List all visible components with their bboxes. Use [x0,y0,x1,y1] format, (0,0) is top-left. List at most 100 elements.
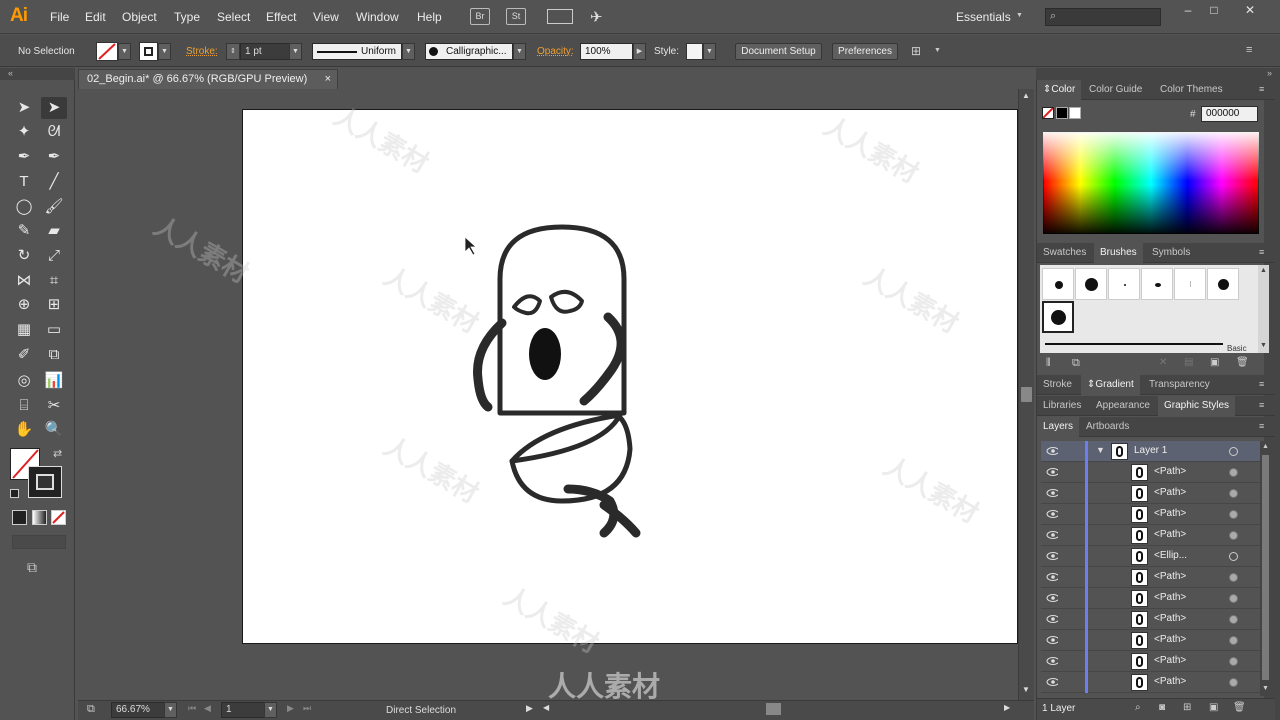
sublayer-row[interactable]: <Ellip... [1041,546,1261,567]
locate-object-icon[interactable]: ⌕ [1135,702,1141,713]
hex-input[interactable]: 000000 [1201,106,1258,122]
scroll-down-icon[interactable]: ▼ [1022,685,1030,694]
target-circle-icon[interactable] [1229,678,1238,687]
control-panel-menu-icon[interactable]: ≡ [1246,44,1252,56]
style-dropdown[interactable]: ▼ [703,43,716,60]
visibility-eye-icon[interactable] [1046,530,1058,539]
menu-type[interactable]: Type [174,10,200,24]
visibility-eye-icon[interactable] [1046,614,1058,623]
chevron-down-icon[interactable]: ▼ [1016,12,1023,19]
brush-item[interactable] [1207,268,1239,300]
panel-menu-icon[interactable]: ≡ [1259,247,1271,257]
sublayer-row[interactable]: <Path> [1041,609,1261,630]
menu-effect[interactable]: Effect [266,10,296,24]
close-tab-icon[interactable]: × [325,70,331,89]
remove-stroke-icon[interactable]: ✕ [1159,357,1167,368]
zoom-tool-icon[interactable]: 🔍 [41,419,67,441]
selection-tool-icon[interactable]: ➤ [11,97,37,119]
next-artboard-icon[interactable]: ▶ [287,703,294,714]
stroke-stepper[interactable]: ⇕ [226,43,240,60]
target-circle-icon[interactable] [1229,657,1238,666]
target-circle-icon[interactable] [1229,636,1238,645]
none-mode-icon[interactable] [51,510,66,525]
layers-scrollbar[interactable]: ▲ ▼ [1260,441,1271,696]
black-swatch[interactable] [1056,107,1068,119]
tab-libraries[interactable]: Libraries [1037,396,1087,416]
opacity-field[interactable]: 100% [580,43,633,60]
menu-edit[interactable]: Edit [85,10,106,24]
brush-item[interactable] [1075,268,1107,300]
visibility-eye-icon[interactable] [1046,551,1058,560]
brush-item-selected[interactable] [1042,301,1074,333]
clipping-mask-icon[interactable]: ◙ [1159,702,1165,713]
zoom-field[interactable]: 66.67% [111,702,166,718]
stroke-swatch[interactable] [139,42,158,61]
collapse-icon[interactable]: « [8,68,13,78]
brush-scrollbar[interactable]: ▲ ▼ [1258,265,1269,353]
tab-color[interactable]: ⇕Color [1037,80,1082,100]
stroke-indicator[interactable] [28,466,62,498]
layer-row[interactable]: ▼ Layer 1 [1041,441,1261,462]
document-tab[interactable]: 02_Begin.ai* @ 66.67% (RGB/GPU Preview) … [78,69,338,89]
type-tool-icon[interactable]: T [11,171,37,193]
lasso-tool-icon[interactable]: ᘛ [41,121,67,143]
gradient-tool-icon[interactable]: ▭ [41,319,67,341]
visibility-eye-icon[interactable] [1046,677,1058,686]
tab-color-themes[interactable]: Color Themes [1154,80,1229,100]
menu-file[interactable]: File [50,10,69,24]
brush-item[interactable] [1108,268,1140,300]
line-tool-icon[interactable]: ╱ [41,171,67,193]
visibility-eye-icon[interactable] [1046,593,1058,602]
stroke-weight-dropdown[interactable]: ▼ [289,43,302,60]
paintbrush-tool-icon[interactable]: 🖌 [41,196,67,218]
visibility-eye-icon[interactable] [1046,509,1058,518]
magic-wand-tool-icon[interactable]: ✦ [11,121,37,143]
target-circle-icon[interactable] [1229,468,1238,477]
target-circle-icon[interactable] [1229,531,1238,540]
width-tool-icon[interactable]: ⋈ [11,270,37,292]
variable-width-profile[interactable]: Uniform [312,43,402,60]
shape-builder-tool-icon[interactable]: ⊕ [11,294,37,316]
hand-tool-icon[interactable]: ✋ [11,419,37,441]
expand-icon[interactable]: » [1267,68,1272,78]
rotate-tool-icon[interactable]: ↻ [11,245,37,267]
arrange-documents-icon[interactable] [547,9,573,24]
direct-selection-tool-icon[interactable]: ➤ [41,97,67,119]
sublayer-row[interactable]: <Path> [1041,567,1261,588]
slice-tool-icon[interactable]: ✂ [41,395,67,417]
arrange-dropdown-icon[interactable]: ▼ [934,47,941,54]
menu-help[interactable]: Help [417,10,442,24]
options-icon[interactable]: ▤ [1184,357,1193,368]
drawing-modes-icon[interactable] [12,535,66,549]
document-setup-button[interactable]: Document Setup [735,43,822,60]
gradient-mode-icon[interactable] [32,510,47,525]
brush-item[interactable] [1141,268,1173,300]
brush-item[interactable] [1174,268,1206,300]
panel-menu-icon[interactable]: ≡ [1259,400,1271,410]
tab-color-guide[interactable]: Color Guide [1083,80,1148,100]
bridge-button[interactable]: Br [470,8,490,25]
tab-transparency[interactable]: Transparency [1143,375,1216,395]
sublayer-row[interactable]: <Path> [1041,630,1261,651]
scale-tool-icon[interactable]: ⤢ [41,245,67,267]
fill-dropdown[interactable]: ▼ [118,43,131,60]
target-circle-icon[interactable] [1229,573,1238,582]
eraser-tool-icon[interactable]: ▰ [41,220,67,242]
default-colors-icon[interactable] [10,489,19,498]
profile-dropdown[interactable]: ▼ [402,43,415,60]
visibility-eye-icon[interactable] [1046,656,1058,665]
menu-select[interactable]: Select [217,10,250,24]
character-artwork[interactable] [242,109,1018,644]
panel-menu-icon[interactable]: ≡ [1259,379,1271,389]
artboard-number-field[interactable]: 1 [221,702,265,718]
curvature-tool-icon[interactable]: ✒ [41,146,67,168]
zoom-dropdown[interactable]: ▼ [164,702,177,718]
minimize-button[interactable]: – [1178,3,1198,19]
stock-button[interactable]: St [506,8,526,25]
pen-tool-icon[interactable]: ✒ [11,146,37,168]
menu-window[interactable]: Window [356,10,399,24]
preferences-button[interactable]: Preferences [832,43,898,60]
delete-layer-icon[interactable]: 🗑 [1233,702,1246,713]
visibility-eye-icon[interactable] [1046,488,1058,497]
sublayer-row[interactable]: <Path> [1041,588,1261,609]
